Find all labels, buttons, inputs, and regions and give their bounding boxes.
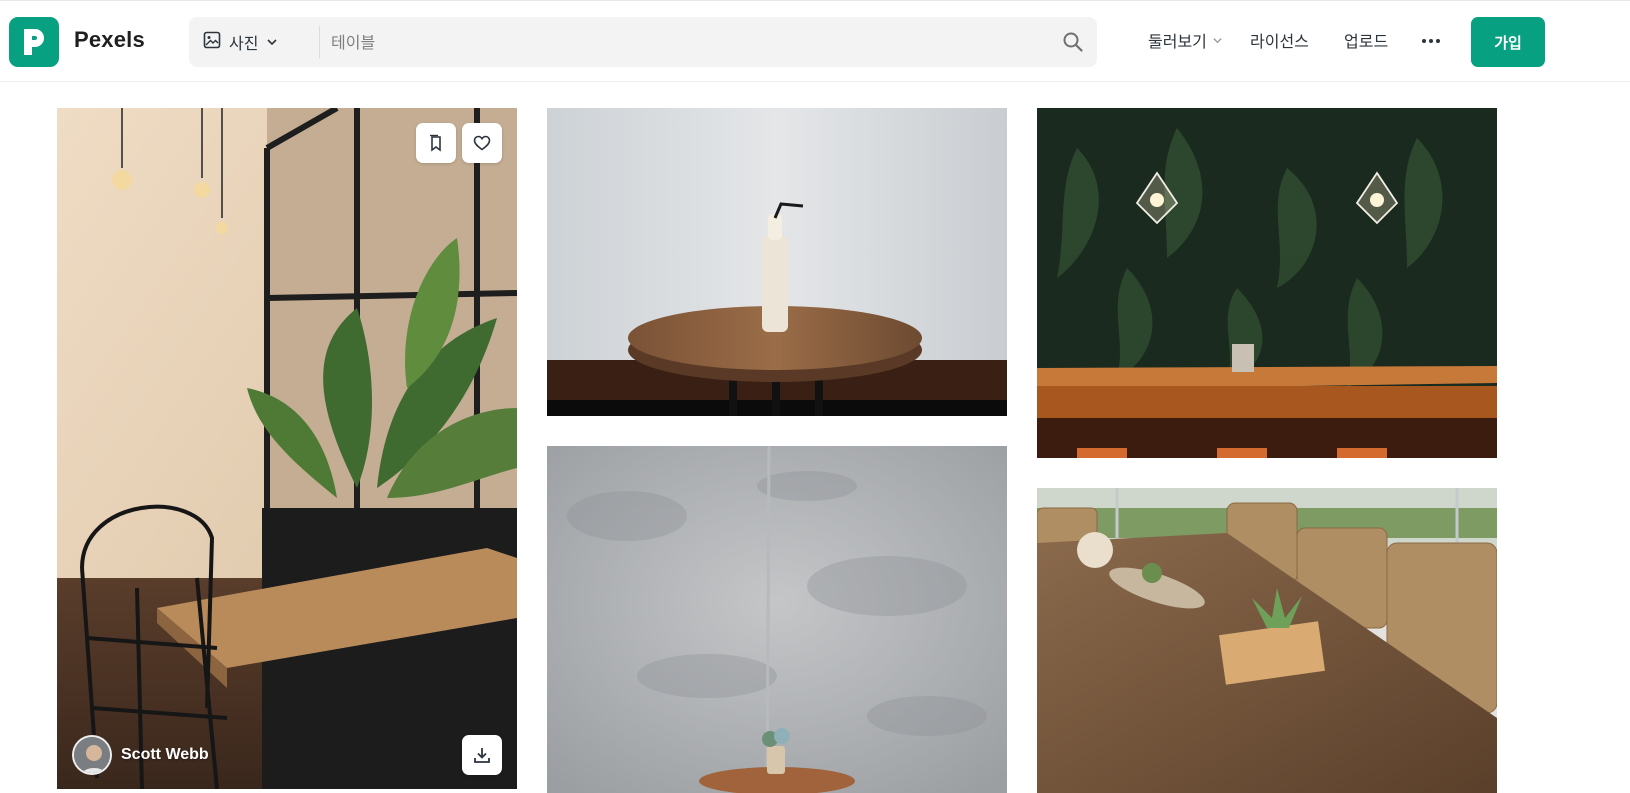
heart-icon[interactable] — [462, 123, 502, 163]
photo-card[interactable] — [1037, 108, 1497, 458]
more-horizontal-icon[interactable] — [1420, 29, 1442, 53]
nav-explore-label: 둘러보기 — [1148, 32, 1207, 51]
join-button[interactable]: 가입 — [1471, 17, 1545, 67]
photo-image — [547, 446, 1007, 793]
chevron-down-icon — [266, 33, 278, 52]
search-icon[interactable] — [1061, 30, 1085, 54]
brand-name[interactable]: Pexels — [74, 27, 145, 53]
nav-explore[interactable]: 둘러보기 — [1148, 28, 1223, 52]
avatar — [72, 735, 112, 775]
photo-image — [1037, 488, 1497, 793]
photo-image — [1037, 108, 1497, 458]
photo-card[interactable] — [1037, 488, 1497, 793]
photo-card[interactable]: Scott Webb — [57, 108, 517, 789]
nav-license[interactable]: 라이선스 — [1250, 28, 1309, 52]
nav-license-label: 라이선스 — [1250, 32, 1309, 51]
author-name: Scott Webb — [121, 746, 209, 763]
search-bar: 사진 — [189, 17, 1097, 67]
image-icon — [203, 31, 221, 53]
top-navbar: Pexels 사진 둘러보기 라이선스 업로드 가입 — [0, 0, 1630, 82]
nav-upload-label: 업로드 — [1344, 32, 1389, 51]
media-type-label: 사진 — [229, 34, 259, 53]
collect-icon[interactable] — [416, 123, 456, 163]
photo-image — [547, 108, 1007, 416]
pexels-logo-icon[interactable] — [9, 17, 59, 67]
media-type-dropdown[interactable]: 사진 — [203, 17, 278, 67]
search-input[interactable] — [331, 17, 1031, 67]
photo-card[interactable] — [547, 446, 1007, 793]
search-divider — [319, 26, 320, 58]
nav-upload[interactable]: 업로드 — [1344, 28, 1388, 52]
download-icon[interactable] — [462, 735, 502, 775]
photo-card[interactable] — [547, 108, 1007, 416]
photo-author[interactable]: Scott Webb — [72, 735, 209, 775]
chevron-down-icon — [1212, 31, 1223, 50]
photo-image — [57, 108, 517, 789]
